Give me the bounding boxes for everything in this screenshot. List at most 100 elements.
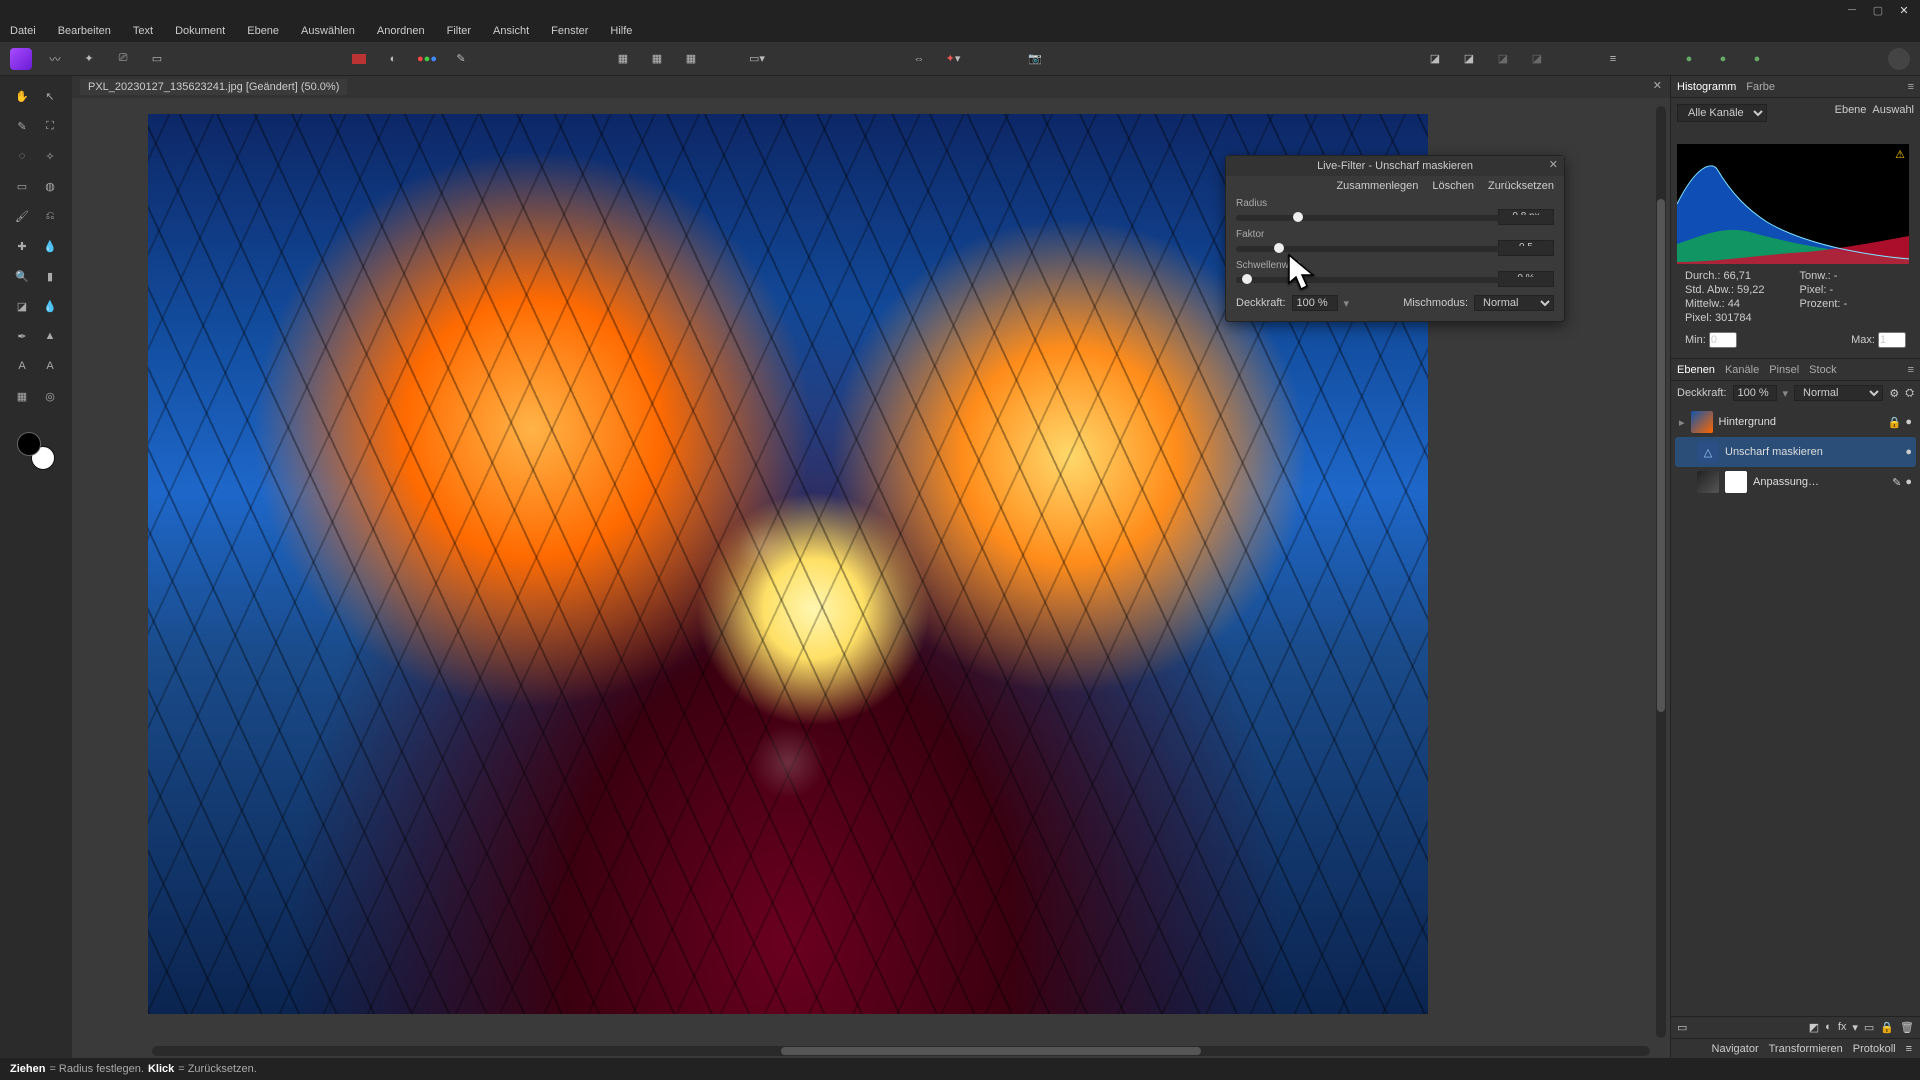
document-tab[interactable]: PXL_20230127_135623241.jpg [Geändert] (5… [80, 79, 347, 95]
pen-tool-icon[interactable]: ✒ [10, 324, 34, 348]
swatch-rgb-icon[interactable]: ●●● [416, 48, 438, 70]
camera-icon[interactable]: 📷 [1024, 48, 1046, 70]
document-tab-close-icon[interactable]: ✕ [1653, 79, 1662, 92]
grid1-icon[interactable]: ▦ [612, 48, 634, 70]
lock-icon[interactable]: 🔒 [1880, 1021, 1894, 1034]
eyedrop-tool-icon[interactable]: 💧 [38, 234, 62, 258]
arrange-4-icon[interactable]: ◪ [1526, 48, 1548, 70]
dialog-close-icon[interactable]: ✕ [1549, 158, 1558, 171]
gradient-tool-icon[interactable]: ▮ [38, 264, 62, 288]
color-swatches[interactable] [17, 432, 55, 470]
align-center-icon[interactable]: ≡ [1602, 48, 1624, 70]
menu-item[interactable]: Anordnen [377, 25, 425, 37]
persona-liquify-icon[interactable]: ✦ [78, 48, 100, 70]
dialog-merge-button[interactable]: Zusammenlegen [1336, 180, 1418, 192]
panel-menu-icon[interactable]: ≡ [1908, 81, 1914, 93]
layer-item[interactable]: △ Unscharf maskieren ● [1675, 437, 1916, 467]
node-tool-icon[interactable]: ✎ [10, 114, 34, 138]
erase-tool-icon[interactable]: ◪ [10, 294, 34, 318]
layer-lock-icon[interactable]: 🔒 [1888, 416, 1902, 429]
layer-blend-select[interactable]: Normal [1794, 385, 1883, 401]
menu-item[interactable]: Filter [447, 25, 471, 37]
layer-visible-icon[interactable]: ● [1905, 446, 1912, 458]
max-input[interactable] [1878, 332, 1906, 348]
layer-gear-icon[interactable]: ⛭ [1905, 387, 1914, 400]
canvas-v-scrollbar[interactable] [1656, 106, 1666, 1038]
menu-item[interactable]: Hilfe [610, 25, 632, 37]
window-close[interactable]: ✕ [1894, 3, 1914, 17]
tab-stock[interactable]: Stock [1809, 364, 1837, 376]
smudge-tool-icon[interactable]: 💧 [38, 294, 62, 318]
dialog-delete-button[interactable]: Löschen [1432, 180, 1474, 192]
layer-opacity-input[interactable] [1733, 385, 1777, 401]
menu-item[interactable]: Ebene [247, 25, 279, 37]
bottom-panel-menu-icon[interactable]: ≡ [1906, 1043, 1912, 1055]
layer-item[interactable]: ▸ Hintergrund 🔒● [1675, 407, 1916, 437]
page-icon[interactable]: ▭▾ [746, 48, 768, 70]
layer-visible-icon[interactable]: ● [1905, 476, 1912, 489]
menu-item[interactable]: Bearbeiten [58, 25, 111, 37]
grid2-icon[interactable]: ▦ [646, 48, 668, 70]
tab-ebenen[interactable]: Ebenen [1677, 364, 1715, 376]
move-tool-icon[interactable]: ↖ [38, 84, 62, 108]
menu-item[interactable]: Auswählen [301, 25, 355, 37]
menu-item[interactable]: Datei [10, 25, 36, 37]
layer-expand-icon[interactable]: ▸ [1679, 416, 1685, 429]
align-h-icon[interactable]: ⇔ [908, 48, 930, 70]
canvas-h-scrollbar[interactable] [152, 1046, 1650, 1056]
menu-item[interactable]: Dokument [175, 25, 225, 37]
zoom-tool-icon[interactable]: 🔍 [10, 264, 34, 288]
tab-pinsel[interactable]: Pinsel [1769, 364, 1799, 376]
dialog-blend-select[interactable]: Normal [1474, 295, 1554, 311]
marquee-tool-icon[interactable]: ▭ [10, 174, 34, 198]
fx-icon[interactable]: fx [1838, 1021, 1847, 1034]
mask-icon[interactable]: ◩ [1809, 1021, 1819, 1034]
window-maximize[interactable]: ▢ [1868, 3, 1888, 17]
crop-tool-icon[interactable]: ⛶ [38, 114, 62, 138]
layers-menu-icon[interactable]: ≡ [1908, 364, 1914, 376]
persona-develop-icon[interactable]: ⎚ [112, 48, 134, 70]
layer-item[interactable]: Anpassung… ✎● [1675, 467, 1916, 497]
layer-edit-icon[interactable]: ✎ [1892, 476, 1901, 489]
mesh-tool-icon[interactable]: ▦ [10, 384, 34, 408]
arrange-1-icon[interactable]: ◪ [1424, 48, 1446, 70]
grid3-icon[interactable]: ▦ [680, 48, 702, 70]
layer-fx-icon[interactable]: ⚙ [1889, 387, 1899, 400]
radius-slider[interactable] [1236, 215, 1554, 221]
text-tool-icon[interactable]: A [10, 354, 34, 378]
trash-icon[interactable]: 🗑 [1900, 1021, 1914, 1034]
window-minimize[interactable]: ─ [1842, 3, 1862, 17]
arrange-2-icon[interactable]: ◪ [1458, 48, 1480, 70]
hand-tool-icon[interactable]: ✋ [10, 84, 34, 108]
lasso-tool-icon[interactable]: ◌ [10, 144, 34, 168]
tab-farbe[interactable]: Farbe [1746, 81, 1775, 93]
globe-2-icon[interactable]: ● [1712, 48, 1734, 70]
brush-tool-icon[interactable]: 🖌 [10, 204, 34, 228]
tab-protokoll[interactable]: Protokoll [1853, 1043, 1896, 1055]
flood-tool-icon[interactable]: ◍ [38, 174, 62, 198]
shape-tool-icon[interactable]: ▲ [38, 324, 62, 348]
menu-item[interactable]: Ansicht [493, 25, 529, 37]
tab-histogramm[interactable]: Histogramm [1677, 81, 1736, 93]
wand-tool-icon[interactable]: ✧ [38, 144, 62, 168]
dialog-opacity-input[interactable] [1292, 295, 1338, 311]
frame-text-icon[interactable]: A [38, 354, 62, 378]
min-input[interactable] [1709, 332, 1737, 348]
stamp-tool-icon[interactable]: ⎌ [38, 204, 62, 228]
add-layer-icon[interactable]: ▭ [1677, 1021, 1687, 1034]
target-tool-icon[interactable]: ◎ [38, 384, 62, 408]
swatch-b-icon[interactable]: ◐ [382, 48, 404, 70]
dialog-titlebar[interactable]: Live-Filter - Unscharf maskieren ✕ [1226, 156, 1564, 176]
histo-scope-ebene[interactable]: Ebene [1835, 104, 1867, 116]
live-filter-dialog[interactable]: Live-Filter - Unscharf maskieren ✕ Zusam… [1225, 155, 1565, 322]
tab-kanaele[interactable]: Kanäle [1725, 364, 1759, 376]
group-icon[interactable]: ▭ [1864, 1021, 1874, 1034]
picker-icon[interactable]: ✎ [450, 48, 472, 70]
faktor-slider[interactable] [1236, 246, 1554, 252]
anchor-icon[interactable]: ✦▾ [942, 48, 964, 70]
menu-item[interactable]: Text [133, 25, 153, 37]
layer-visible-icon[interactable]: ● [1905, 416, 1912, 429]
tab-navigator[interactable]: Navigator [1712, 1043, 1759, 1055]
menu-item[interactable]: Fenster [551, 25, 588, 37]
dialog-reset-button[interactable]: Zurücksetzen [1488, 180, 1554, 192]
